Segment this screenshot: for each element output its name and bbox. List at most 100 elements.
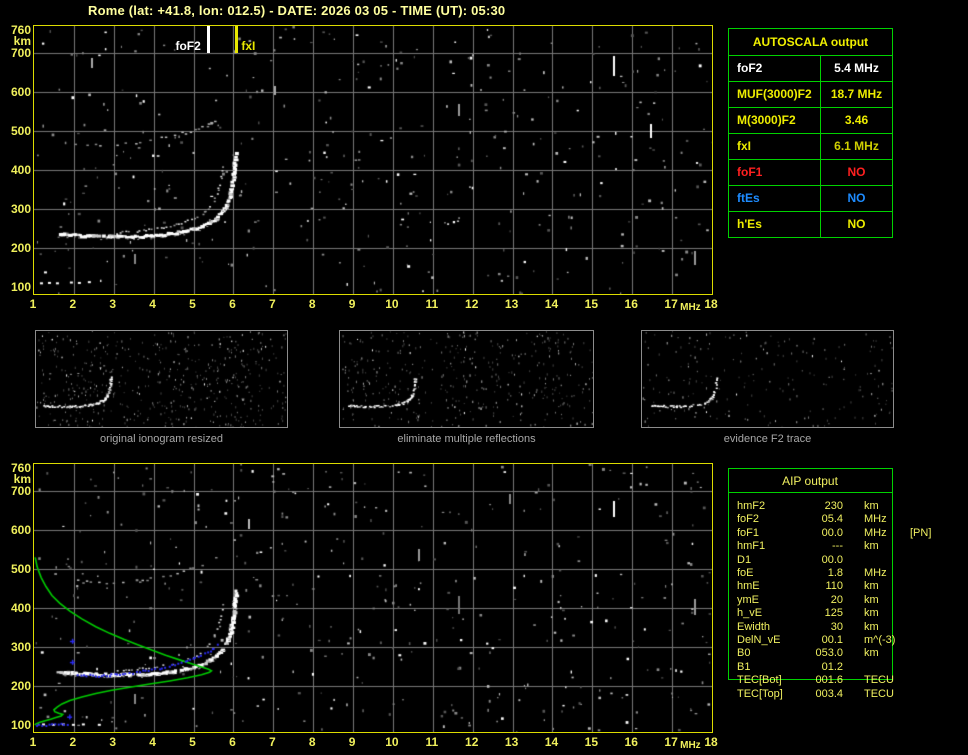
aip-table-row: TEC[Top] 003.4 TECU [737, 688, 962, 701]
aip-table-row: foF2 05.4 MHz [737, 513, 962, 526]
aip-row-value: 00.0 [821, 553, 843, 566]
x-tick-label: 17 [664, 735, 678, 749]
aip-row-unit: MHz [864, 513, 887, 526]
aip-row-unit: TECU [864, 674, 894, 687]
x-tick-label: 10 [385, 297, 399, 311]
station-title: Rome (lat: +41.8, lon: 012.5) - DATE: 20… [88, 3, 506, 18]
profile-ionogram-plot [33, 463, 713, 733]
x-tick-label: 17 [664, 297, 678, 311]
aip-row-label: hmF1 [737, 540, 766, 553]
autoscala-row-label: foF2 [729, 56, 821, 81]
autoscala-row-value: NO [847, 217, 866, 231]
autoscala-row-value: NO [847, 165, 866, 179]
aip-row-unit: TECU [864, 687, 894, 700]
y-tick-label: 300 [10, 202, 31, 216]
aip-row-label: Ewidth [737, 620, 771, 633]
x-tick-label: 4 [149, 735, 156, 749]
y-axis-unit: km [13, 472, 31, 486]
aip-row-value: 01.2 [821, 660, 843, 673]
autoscala-table-header: AUTOSCALA output [752, 35, 869, 49]
thumbnail-2-caption: eliminate multiple reflections [397, 433, 536, 445]
aip-table-row: TEC[Bot] 001.6 TECU [737, 674, 962, 687]
fof2-marker-line [207, 26, 211, 53]
y-tick-label: 500 [10, 124, 31, 138]
fxi-marker-label: fxI [241, 39, 256, 53]
y-tick-label: 100 [10, 718, 31, 732]
x-tick-label: 14 [544, 735, 559, 749]
autoscala-row-label: MUF(3000)F2 [729, 82, 821, 107]
aip-row-unit: m^(-3) [864, 634, 896, 646]
x-tick-label: 9 [348, 297, 356, 311]
x-tick-label: 13 [504, 735, 519, 749]
y-tick-label: 300 [10, 640, 31, 654]
aip-row-unit: MHz [864, 526, 887, 539]
aip-row-value: 00.1 [821, 634, 843, 646]
autoscala-row-label: h'Es [729, 212, 821, 237]
x-tick-label: 6 [229, 735, 236, 749]
x-tick-label: 6 [229, 297, 236, 311]
aip-table-row: hmF1 --- km [737, 540, 962, 553]
y-axis-unit: km [13, 34, 31, 48]
thumbnail-2-box [339, 330, 594, 428]
aip-header-separator [728, 492, 892, 493]
autoscala-row-value: NO [847, 191, 866, 205]
y-tick-label: 400 [10, 601, 31, 615]
aip-row-value: 00.0 [821, 526, 843, 539]
thumbnail-1-canvas [36, 331, 287, 427]
aip-row-label: DelN_vE [737, 634, 781, 646]
x-tick-label: 12 [465, 735, 479, 749]
y-tick-label: 200 [10, 679, 31, 693]
x-tick-label: 11 [425, 297, 439, 311]
autoscala-table-row: foF1 NO [729, 159, 892, 185]
aip-row-label: B1 [737, 660, 751, 673]
x-tick-label: 18 [704, 735, 718, 749]
x-tick-label: 8 [308, 735, 316, 749]
aip-row-value: 110 [825, 580, 843, 593]
aip-row-unit: km [864, 593, 879, 606]
x-tick-label: 10 [385, 735, 399, 749]
autoscala-row-value: 6.1 MHz [834, 139, 879, 153]
autoscala-row-value: 5.4 MHz [834, 61, 879, 75]
y-tick-label: 700 [10, 484, 31, 498]
x-tick-label: 12 [465, 297, 479, 311]
aip-row-label: hmE [737, 580, 760, 593]
aip-row-label: foF2 [737, 513, 760, 526]
aip-row-extra: [PN] [910, 526, 932, 539]
fof2-marker-label: foF2 [175, 39, 201, 53]
thumbnail-3-box [641, 330, 894, 428]
x-tick-label: 7 [268, 297, 276, 311]
autoscala-row-label: fxI [729, 134, 821, 159]
x-axis-unit: MHz [680, 740, 701, 751]
aip-row-unit: km [864, 500, 879, 512]
aip-row-label: foF1 [737, 526, 760, 539]
x-tick-label: 11 [425, 735, 439, 749]
aip-table-row: h_vE 125 km [737, 607, 962, 620]
thumbnail-3-canvas [642, 331, 893, 427]
aip-row-unit [864, 661, 908, 674]
x-tick-label: 1 [29, 735, 37, 749]
x-tick-label: 3 [109, 297, 117, 311]
aip-table-row: Ewidth 30 km [737, 621, 962, 634]
x-tick-label: 2 [69, 297, 77, 311]
x-tick-label: 8 [308, 297, 316, 311]
aip-row-label: h_vE [737, 607, 763, 620]
x-tick-label: 9 [348, 735, 356, 749]
x-tick-label: 7 [268, 735, 276, 749]
autoscala-row-value: 3.46 [844, 113, 869, 127]
x-axis-unit: MHz [680, 302, 701, 313]
aip-row-value: 125 [824, 607, 843, 620]
autoscala-table-row: h'Es NO [729, 211, 892, 237]
aip-table-row: B0 053.0 km [737, 647, 962, 660]
y-tick-label: 100 [10, 280, 31, 294]
y-tick-label: 600 [10, 523, 31, 537]
aip-row-value: 1.8 [827, 567, 843, 579]
x-tick-label: 4 [149, 297, 156, 311]
autoscala-table-row: MUF(3000)F2 18.7 MHz [729, 81, 892, 107]
thumbnail-3-caption: evidence F2 trace [723, 433, 812, 445]
autoscala-table-row: fxI 6.1 MHz [729, 133, 892, 159]
x-tick-label: 16 [624, 735, 638, 749]
fxi-marker-line [235, 26, 239, 53]
aip-row-value: 001.6 [815, 674, 843, 687]
y-tick-label: 400 [10, 163, 31, 177]
x-tick-label: 1 [29, 297, 37, 311]
